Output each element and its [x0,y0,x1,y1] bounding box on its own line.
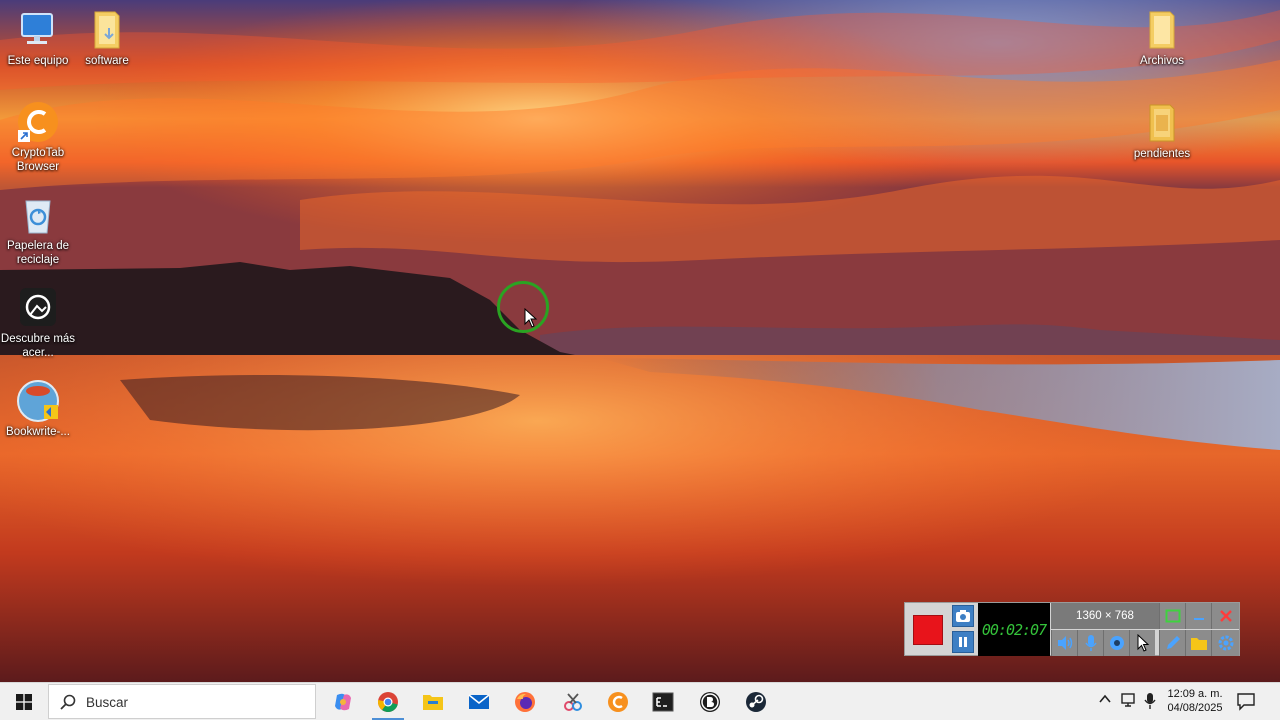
speaker-icon [1057,636,1072,650]
taskbar: Buscar 12:09 a. m. 04/08/2025 [0,682,1280,720]
taskbar-firefox[interactable] [503,683,547,720]
taskbar-terminal[interactable] [641,683,685,720]
minimize-icon [1193,618,1204,620]
desktop-icon-label: Descubre más acer... [0,333,76,359]
rectangle-select-icon [1165,609,1180,623]
screenshot-button[interactable] [952,605,974,627]
chrome-icon [377,691,398,712]
windows-logo-icon [16,693,32,710]
close-icon [1219,610,1232,622]
clock-time: 12:09 a. m. [1167,688,1223,700]
taskbar-copilot[interactable] [321,683,365,720]
terminal-icon [652,692,674,711]
file-explorer-icon [423,694,443,710]
copilot-icon [335,693,351,710]
cryptotab-icon [16,100,60,144]
close-button[interactable] [1211,603,1239,629]
acer-discover-icon [16,286,60,330]
taskbar-mail[interactable] [457,683,501,720]
pause-button[interactable] [952,631,974,653]
folder-icon [1140,8,1184,52]
bookwrite-icon [16,379,60,423]
region-select-button[interactable] [1159,603,1185,629]
desktop-icon-label: Papelera de reciclaje [6,240,70,266]
desktop-icon-discover-acer[interactable]: Descubre más acer... [0,286,76,360]
taskbar-search-box[interactable]: Buscar [48,684,316,719]
taskbar-chrome[interactable] [366,683,410,720]
taskbar-snipping-tool[interactable] [551,683,595,720]
notifications-icon[interactable] [1236,691,1256,711]
search-placeholder: Buscar [86,695,129,710]
recording-timer: 00:02:07 [978,603,1050,656]
desktop-icon-label: Este equipo [7,55,69,67]
network-icon[interactable] [1119,692,1137,708]
desktop-icon-software[interactable]: software [69,8,145,68]
desktop-icon-label: pendientes [1133,148,1191,160]
taskbar-bitwarden[interactable] [688,683,732,720]
bitwarden-icon [700,691,720,712]
desktop-icon-bookwrite[interactable]: Bookwrite-... [0,379,76,439]
desktop-icon-recycle-bin[interactable]: Papelera de reciclaje [0,193,76,267]
start-button[interactable] [0,683,48,720]
search-icon [60,694,76,710]
webcam-icon [1109,636,1124,650]
desktop-icon-label: Bookwrite-... [6,426,70,438]
desktop-icon-pendientes[interactable]: pendientes [1124,101,1200,161]
clock-date: 04/08/2025 [1167,702,1223,714]
desktop-icon-label: CryptoTab Browser [11,147,65,173]
taskbar-clock[interactable]: 12:09 a. m. 04/08/2025 [1166,687,1224,715]
speaker-toggle[interactable] [1051,630,1077,656]
open-folder-button[interactable] [1185,630,1211,656]
cursor-toggle[interactable] [1129,630,1155,656]
pause-icon [959,637,967,647]
screen-recorder-toolbar: 00:02:07 1360 × 768 [904,602,1240,656]
folder-icon [1140,101,1184,145]
chevron-up-icon[interactable] [1098,692,1112,706]
mouse-pointer-icon [524,308,538,328]
record-stop-button[interactable] [913,615,943,645]
recycle-bin-icon [16,193,60,237]
mail-icon [468,693,490,709]
computer-icon [16,8,60,52]
minimize-button[interactable] [1185,603,1211,629]
microphone-icon [1084,635,1097,651]
draw-button[interactable] [1159,630,1185,656]
microphone-icon[interactable] [1143,692,1157,710]
gear-icon [1218,635,1233,651]
desktop-icon-cryptotab[interactable]: CryptoTab Browser [0,100,76,174]
capture-resolution: 1360 × 768 [1051,603,1159,629]
pen-icon [1166,636,1180,649]
microphone-toggle[interactable] [1077,630,1103,656]
taskbar-steam[interactable] [734,683,778,720]
webcam-toggle[interactable] [1103,630,1129,656]
cryptotab-icon [608,691,628,712]
desktop-icon-this-pc[interactable]: Este equipo [0,8,76,68]
taskbar-cryptotab[interactable] [596,683,640,720]
steam-icon [746,691,766,712]
desktop-icon-label: software [85,55,129,67]
camera-icon [956,610,970,622]
desktop-icon-archivos[interactable]: Archivos [1124,8,1200,68]
cursor-icon [1137,634,1149,652]
snipping-tool-icon [564,692,582,711]
settings-button[interactable] [1211,630,1239,656]
firefox-icon [515,691,535,712]
cursor-highlight-ring [497,281,549,333]
desktop-icon-label: Archivos [1139,55,1185,67]
folder-icon [85,8,129,52]
taskbar-file-explorer[interactable] [411,683,455,720]
folder-icon [1190,638,1207,650]
